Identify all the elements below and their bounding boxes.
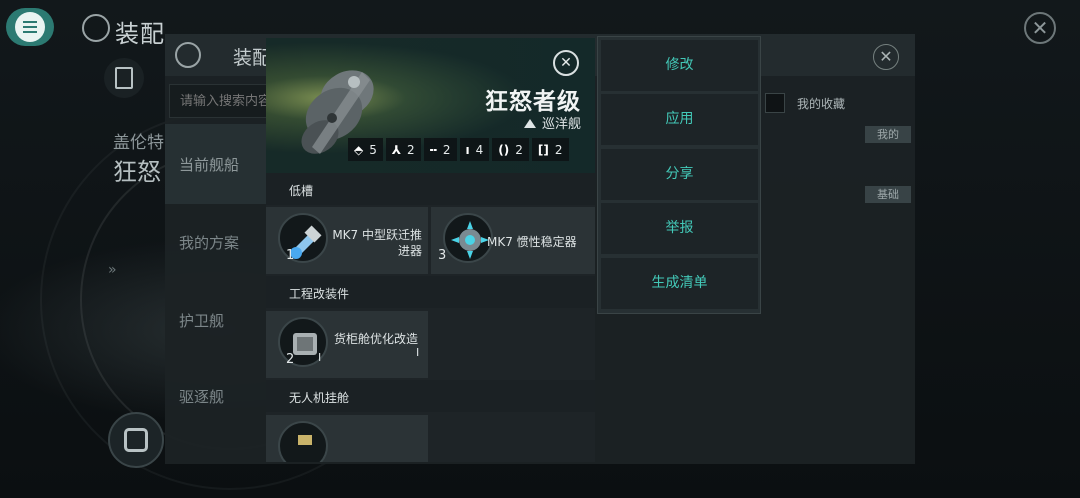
module-count: 2 bbox=[286, 352, 295, 367]
share-button[interactable]: 分享 bbox=[601, 149, 758, 200]
category-destroyer[interactable]: 驱逐舰 bbox=[165, 356, 266, 436]
drone-icon bbox=[278, 421, 328, 462]
module-count: 1 bbox=[286, 248, 295, 263]
tag-mine: 我的 bbox=[865, 126, 911, 143]
high-slot-stat: ⬘ 5 bbox=[348, 138, 383, 161]
stat-value: 2 bbox=[515, 142, 523, 157]
module-name-line: MK7 中型跃迁推 bbox=[332, 228, 422, 242]
ship-name: 狂怒者级 bbox=[485, 89, 581, 115]
ship-banner: ✕ 狂怒者级 巡洋舰 ⬘ 5 ⅄ 2 ╍ 2 ı4 () 2 [] 2 bbox=[266, 38, 595, 173]
stat-value: 2 bbox=[554, 142, 563, 157]
favorites-checkbox[interactable] bbox=[765, 93, 785, 113]
module-slot[interactable] bbox=[266, 415, 428, 462]
document-icon[interactable] bbox=[104, 58, 144, 98]
launcher-stat: ╍ 2 bbox=[423, 138, 457, 161]
fitting-icon bbox=[175, 42, 201, 68]
module-slot[interactable]: 3 MK7 惯性稳定器 bbox=[431, 207, 595, 274]
turret-stat: ⅄ 2 bbox=[385, 138, 421, 161]
report-button[interactable]: 举报 bbox=[601, 203, 758, 254]
generate-list-button[interactable]: 生成清单 bbox=[601, 258, 758, 309]
medium-slot-stat: ı4 bbox=[459, 138, 490, 161]
menu-button[interactable] bbox=[6, 8, 54, 46]
faction-label: 盖伦特 bbox=[113, 133, 164, 153]
category-current-ship[interactable]: 当前舰船 bbox=[165, 124, 266, 204]
section-low-slot: 低槽 bbox=[266, 173, 595, 205]
ship-class: 巡洋舰 bbox=[523, 113, 581, 132]
cruiser-icon bbox=[523, 119, 536, 128]
fitting-icon bbox=[82, 14, 110, 42]
close-icon[interactable]: ✕ bbox=[1024, 12, 1056, 44]
module-count: 3 bbox=[438, 248, 447, 263]
category-my-plans[interactable]: 我的方案 bbox=[165, 202, 266, 282]
apply-button[interactable]: 应用 bbox=[601, 94, 758, 145]
module-name: MK7 惯性稳定器 bbox=[487, 235, 577, 249]
close-icon[interactable]: ✕ bbox=[553, 50, 579, 76]
module-level: I bbox=[416, 346, 420, 359]
module-level-badge: I bbox=[318, 351, 322, 364]
module-slot[interactable]: 2 I 货柜舱优化改造 I bbox=[266, 311, 428, 378]
rig-slot-stat: [] 2 bbox=[531, 138, 569, 161]
page-title: 装配 bbox=[115, 20, 165, 48]
launcher-icon: ╍ bbox=[429, 142, 437, 157]
section-rigs: 工程改装件 bbox=[266, 276, 595, 308]
section-drone-bay: 无人机挂舱 bbox=[266, 380, 595, 412]
close-icon[interactable]: ✕ bbox=[873, 44, 899, 70]
module-name: 货柜舱优化改造 bbox=[334, 332, 419, 346]
tag-basic: 基础 bbox=[865, 186, 911, 203]
module-name-line: 进器 bbox=[397, 244, 422, 258]
module-name: MK7 中型跃迁推进器 bbox=[332, 227, 422, 259]
slot-stats: ⬘ 5 ⅄ 2 ╍ 2 ı4 () 2 [] 2 bbox=[348, 138, 569, 161]
stat-value: 2 bbox=[407, 142, 415, 157]
ship-class-label: 巡洋舰 bbox=[541, 117, 581, 132]
rig-slot-icon: [] bbox=[537, 142, 549, 157]
medium-slot-icon: ı bbox=[465, 142, 470, 157]
menu-icon bbox=[15, 12, 45, 42]
cargo-icon[interactable] bbox=[108, 412, 164, 468]
action-menu: 修改 应用 分享 举报 生成清单 bbox=[597, 36, 761, 314]
stat-value: 2 bbox=[442, 142, 451, 157]
stat-value: 4 bbox=[475, 142, 484, 157]
module-slot[interactable]: 1 MK7 中型跃迁推进器 bbox=[266, 207, 428, 274]
inertial-stabilizer-icon bbox=[443, 213, 493, 263]
low-slot-icon: () bbox=[498, 142, 510, 157]
ship-detail-panel: ✕ 狂怒者级 巡洋舰 ⬘ 5 ⅄ 2 ╍ 2 ı4 () 2 [] 2 低槽 1 MK7 … bbox=[266, 38, 595, 462]
stat-value: 5 bbox=[369, 142, 377, 157]
turret-icon: ⅄ bbox=[391, 142, 401, 157]
expand-chevron-icon[interactable]: » bbox=[108, 262, 117, 278]
category-frigate[interactable]: 护卫舰 bbox=[165, 280, 266, 360]
low-slot-stat: () 2 bbox=[492, 138, 529, 161]
ship-name-label: 狂怒 bbox=[113, 158, 161, 186]
favorites-label: 我的收藏 bbox=[797, 97, 846, 111]
high-slot-icon: ⬘ bbox=[354, 142, 364, 157]
modify-button[interactable]: 修改 bbox=[601, 40, 758, 91]
